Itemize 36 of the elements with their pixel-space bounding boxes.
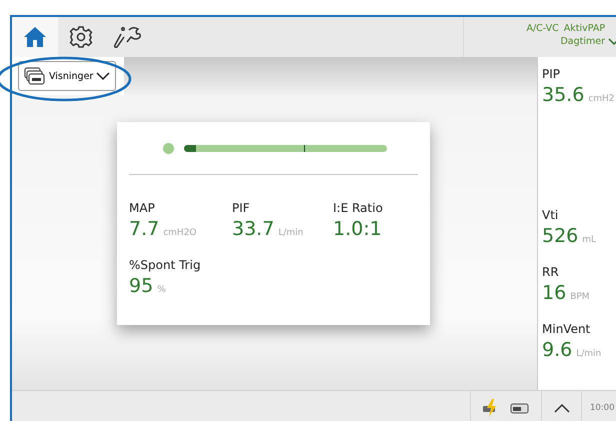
- parameter-unit: mL: [582, 235, 596, 245]
- parameter-value: 33.7: [232, 218, 274, 240]
- settings-icon: [69, 25, 93, 49]
- parameter-value: 9.6: [542, 339, 572, 361]
- tools-icon: [111, 25, 143, 49]
- parameter-label: I:E Ratio: [333, 201, 383, 215]
- battery-icon: [509, 401, 531, 415]
- parameter-value: 35.6: [542, 84, 584, 106]
- parameter-value: 526: [542, 225, 578, 247]
- status-dot: [163, 142, 174, 154]
- parameter-unit: L/min: [576, 349, 602, 359]
- parameter-unit: L/min: [278, 228, 304, 238]
- home-icon: [23, 26, 47, 48]
- parameter-label: PIP: [542, 67, 560, 81]
- parameter-label: MinVent: [542, 322, 590, 336]
- parameter-value: 16: [542, 282, 566, 304]
- mode-label: AktivPAP: [564, 23, 606, 34]
- cards-icon: [24, 67, 46, 85]
- tab[interactable]: [12, 17, 58, 57]
- chevron-down-icon: [96, 72, 110, 80]
- parameter-unit: cmH2O: [163, 228, 197, 238]
- chevron-up-icon: [554, 403, 570, 413]
- parameter-value: 95: [129, 275, 154, 297]
- parameter-unit: BPM: [570, 292, 590, 302]
- parameter-label: %Spont Trig: [129, 258, 201, 272]
- parameter-unit: %: [157, 285, 166, 295]
- parameter-label: Vti: [542, 208, 558, 222]
- clock-time: 10:00: [589, 403, 614, 413]
- parameter-value: 1.0:1: [333, 218, 382, 240]
- parameter-unit: cmH2: [588, 94, 615, 104]
- parameter-label: MAP: [129, 201, 155, 215]
- parameter-label: PIF: [232, 201, 250, 215]
- mode-label: A/C-VC: [526, 23, 559, 34]
- parameter-label: RR: [542, 265, 559, 279]
- parameter-value: 7.7: [129, 218, 160, 240]
- views-dropdown[interactable]: Visninger: [18, 61, 116, 91]
